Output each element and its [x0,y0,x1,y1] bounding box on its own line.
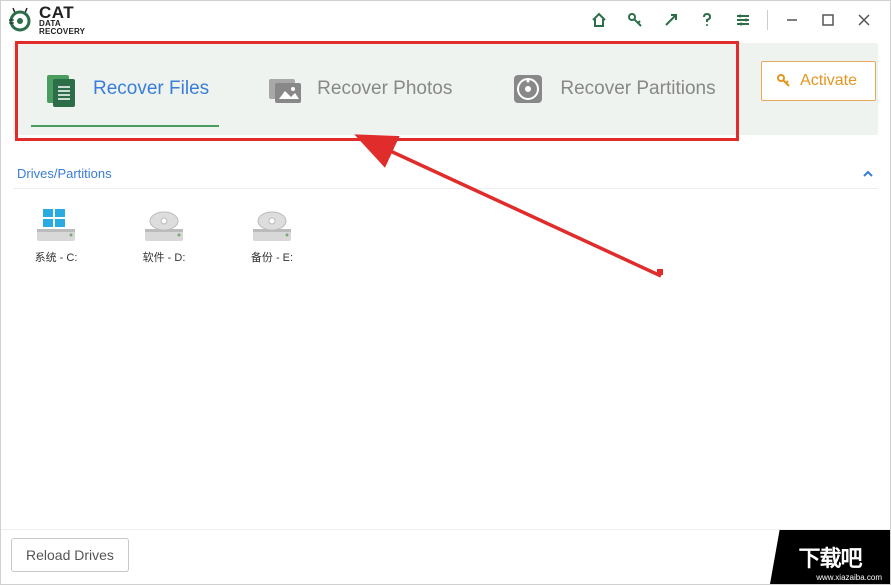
logo-main-text: CAT [39,5,85,20]
drive-label: 系统 - C: [35,249,78,265]
minimize-button[interactable] [774,6,810,34]
settings-icon[interactable] [725,6,761,34]
main-panel: Drives/Partitions 系统 - C: 软件 - D: 备份 [1,135,890,529]
activate-label: Activate [800,72,857,90]
titlebar-controls [581,6,882,34]
drive-d[interactable]: 软件 - D: [129,207,199,265]
share-icon[interactable] [653,6,689,34]
maximize-button[interactable] [810,6,846,34]
windows-drive-icon [35,207,77,243]
tab-recover-partitions[interactable]: Recover Partitions [480,51,743,127]
footer: Reload Drives [1,529,890,584]
photos-icon [265,69,305,109]
home-icon[interactable] [581,6,617,34]
disk-drive-icon [143,207,185,243]
watermark-url: www.xiazaiba.com [816,573,882,582]
partitions-icon [508,69,548,109]
cat-logo-icon [7,6,35,34]
tab-recover-photos[interactable]: Recover Photos [237,51,480,127]
reload-drives-button[interactable]: Reload Drives [11,538,129,572]
drive-label: 备份 - E: [251,249,293,265]
app-window: CAT DATA RECOVERY [0,0,891,585]
tab-recover-files[interactable]: Recover Files [13,51,237,127]
disk-drive-icon [251,207,293,243]
drives-list: 系统 - C: 软件 - D: 备份 - E: [13,189,878,283]
logo-sub-text-2: RECOVERY [39,28,85,35]
key-icon[interactable] [617,6,653,34]
files-icon [41,69,81,109]
section-header[interactable]: Drives/Partitions [13,159,878,189]
close-button[interactable] [846,6,882,34]
activate-button[interactable]: Activate [761,61,876,101]
chevron-up-icon[interactable] [862,168,874,180]
drive-c[interactable]: 系统 - C: [21,207,91,265]
section-title: Drives/Partitions [17,166,112,181]
drive-label: 软件 - D: [143,249,186,265]
drive-e[interactable]: 备份 - E: [237,207,307,265]
tabbar-container: Recover Files Recover Photos Recover Par… [1,39,890,135]
watermark-text: 下载吧 [798,541,861,573]
tab-label-files: Recover Files [93,78,209,100]
tab-label-photos: Recover Photos [317,78,452,100]
help-icon[interactable] [689,6,725,34]
tabbar: Recover Files Recover Photos Recover Par… [13,43,878,135]
titlebar-divider [767,10,768,30]
key-icon [776,73,792,89]
watermark: 下载吧 www.xiazaiba.com [770,530,890,584]
titlebar: CAT DATA RECOVERY [1,1,890,39]
tab-label-partitions: Recover Partitions [560,78,715,100]
app-logo: CAT DATA RECOVERY [7,5,85,35]
